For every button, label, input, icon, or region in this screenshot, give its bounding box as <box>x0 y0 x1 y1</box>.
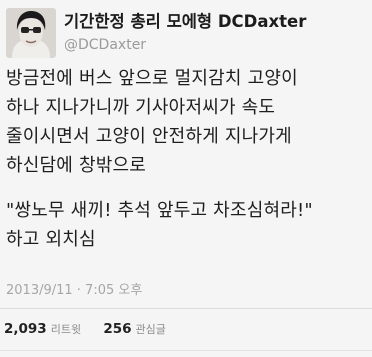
tweet-line: 방금전에 버스 앞으로 멀지감치 고양이 <box>6 68 298 89</box>
divider <box>0 350 372 351</box>
retweets-stat[interactable]: 2,093 리트윗 <box>4 321 85 337</box>
tweet-line: 줄이시면서 고양이 안전하게 지나가게 <box>6 126 292 147</box>
tweet-body: 방금전에 버스 앞으로 멀지감치 고양이 하나 지나가니까 기사아저씨가 속도 … <box>6 64 368 254</box>
profile-avatar-icon[interactable] <box>6 8 56 58</box>
tweet-line: 하나 지나가니까 기사아저씨가 속도 <box>6 97 276 118</box>
tweet-timestamp[interactable]: 2013/9/11 · 7:05 오후 <box>6 279 142 298</box>
favorites-count: 256 <box>103 321 132 337</box>
retweets-count: 2,093 <box>4 321 47 337</box>
tweet-stats: 2,093 리트윗 256 관심글 <box>4 321 166 337</box>
tweet-line: 하신담에 창밖으로 <box>6 155 147 176</box>
author-handle[interactable]: @DCDaxter <box>64 37 146 53</box>
retweets-label: 리트윗 <box>50 323 82 336</box>
favorites-label: 관심글 <box>135 323 166 336</box>
tweet-line: 하고 외치심 <box>6 229 96 250</box>
divider <box>0 308 372 309</box>
favorites-stat[interactable]: 256 관심글 <box>103 321 166 337</box>
tweet-line: "쌍노무 새끼! 추석 앞두고 차조심혀라!" <box>6 200 313 221</box>
tweet-card: 기간한정 총리 모에형 DCDaxter @DCDaxter 방금전에 버스 앞… <box>0 0 372 357</box>
author-display-name[interactable]: 기간한정 총리 모에형 DCDaxter <box>64 8 306 32</box>
